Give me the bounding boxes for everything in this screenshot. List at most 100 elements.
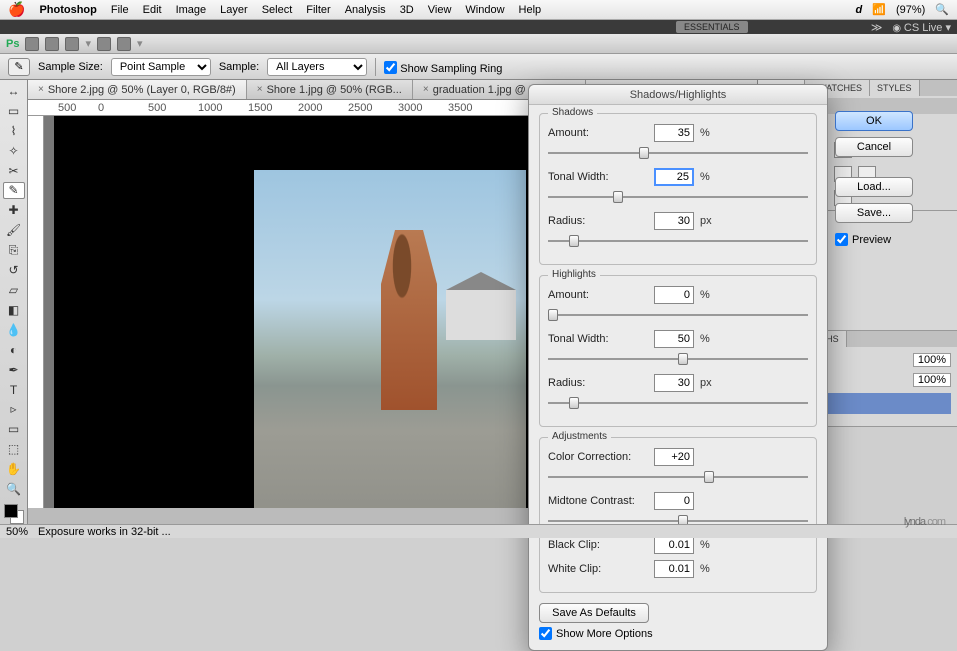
menu-view[interactable]: View	[428, 4, 452, 16]
menu-edit[interactable]: Edit	[143, 4, 162, 16]
ok-button[interactable]: OK	[835, 111, 913, 131]
dodge-tool-icon[interactable]: ◐	[3, 341, 25, 359]
sample-label: Sample:	[219, 61, 259, 73]
mini-icon-1[interactable]	[25, 37, 39, 51]
status-battery: (97%)	[896, 4, 925, 16]
show-more-options-checkbox[interactable]: Show More Options	[539, 627, 817, 640]
tab-shore2[interactable]: ×Shore 2.jpg @ 50% (Layer 0, RGB/8#)	[28, 80, 247, 99]
highlights-amount-slider[interactable]	[548, 308, 808, 322]
canvas[interactable]	[54, 116, 538, 508]
panel-tab-styles[interactable]: STYLES	[870, 80, 920, 96]
color-swatch[interactable]	[4, 504, 24, 524]
blur-tool-icon[interactable]: 💧	[3, 321, 25, 339]
3d-tool-icon[interactable]: ⬚	[3, 440, 25, 458]
show-sampling-ring[interactable]: Show Sampling Ring	[384, 59, 502, 75]
close-icon[interactable]: ×	[257, 84, 263, 95]
wand-tool-icon[interactable]: ✧	[3, 142, 25, 160]
opacity-value[interactable]: 100%	[913, 353, 951, 367]
menu-3d[interactable]: 3D	[400, 4, 414, 16]
path-tool-icon[interactable]: ▹	[3, 401, 25, 419]
highlights-tonal-label: Tonal Width:	[548, 333, 648, 345]
type-tool-icon[interactable]: T	[3, 381, 25, 399]
mini-icon-4[interactable]	[97, 37, 111, 51]
color-correction-slider[interactable]	[548, 470, 808, 484]
marquee-tool-icon[interactable]: ▭	[3, 102, 25, 120]
highlights-amount-input[interactable]	[654, 286, 694, 304]
highlights-radius-input[interactable]	[654, 374, 694, 392]
apple-icon[interactable]: 🍎	[8, 1, 25, 18]
sample-select[interactable]: All Layers	[267, 58, 367, 76]
cs-live-button[interactable]: ◉ CS Live ▾	[892, 21, 951, 34]
menu-photoshop[interactable]: Photoshop	[39, 4, 96, 16]
shadows-tonal-input[interactable]	[654, 168, 694, 186]
tab-shore1[interactable]: ×Shore 1.jpg @ 50% (RGB...	[247, 80, 413, 99]
app-top-bar: ESSENTIALS ≫ ◉ CS Live ▾	[0, 20, 957, 34]
preview-checkbox[interactable]: Preview	[835, 233, 913, 246]
eraser-tool-icon[interactable]: ▱	[3, 281, 25, 299]
adjustments-legend: Adjustments	[548, 431, 611, 442]
shadows-tonal-slider[interactable]	[548, 190, 808, 204]
mini-icon-5[interactable]	[117, 37, 131, 51]
shadows-radius-input[interactable]	[654, 212, 694, 230]
save-as-defaults-button[interactable]: Save As Defaults	[539, 603, 649, 623]
zoom-level[interactable]: 50%	[6, 526, 28, 538]
eyedropper-tool-icon[interactable]: ✎	[8, 58, 30, 76]
color-correction-input[interactable]	[654, 448, 694, 466]
eyedropper-tool-icon[interactable]: ✎	[3, 182, 25, 200]
mini-icon-3[interactable]	[65, 37, 79, 51]
hand-tool-icon[interactable]: ✋	[3, 460, 25, 478]
highlights-radius-slider[interactable]	[548, 396, 808, 410]
black-clip-label: Black Clip:	[548, 539, 648, 551]
history-brush-icon[interactable]: ↺	[3, 261, 25, 279]
gradient-tool-icon[interactable]: ◧	[3, 301, 25, 319]
heal-tool-icon[interactable]: ✚	[3, 201, 25, 219]
pen-tool-icon[interactable]: ✒	[3, 361, 25, 379]
shadows-amount-label: Amount:	[548, 127, 648, 139]
menu-window[interactable]: Window	[465, 4, 504, 16]
white-clip-input[interactable]	[654, 560, 694, 578]
close-icon[interactable]: ×	[423, 84, 429, 95]
stamp-tool-icon[interactable]: ⎘	[3, 241, 25, 259]
menu-layer[interactable]: Layer	[220, 4, 248, 16]
sample-size-select[interactable]: Point Sample	[111, 58, 211, 76]
menu-help[interactable]: Help	[519, 4, 542, 16]
midtone-contrast-input[interactable]	[654, 492, 694, 510]
highlights-radius-label: Radius:	[548, 377, 648, 389]
sample-size-label: Sample Size:	[38, 61, 103, 73]
photo-house	[446, 290, 516, 340]
ps-logo-icon: Ps	[6, 38, 19, 50]
save-button[interactable]: Save...	[835, 203, 913, 223]
menu-analysis[interactable]: Analysis	[345, 4, 386, 16]
cancel-button[interactable]: Cancel	[835, 137, 913, 157]
ruler-vertical	[28, 116, 44, 508]
doc-info[interactable]: Exposure works in 32-bit ...	[38, 526, 171, 538]
color-correction-label: Color Correction:	[548, 451, 648, 463]
black-clip-input[interactable]	[654, 536, 694, 554]
highlights-tonal-input[interactable]	[654, 330, 694, 348]
highlights-group: Highlights Amount:% Tonal Width:% Radius…	[539, 275, 817, 427]
menu-filter[interactable]: Filter	[306, 4, 330, 16]
load-button[interactable]: Load...	[835, 177, 913, 197]
crop-tool-icon[interactable]: ✂	[3, 162, 25, 180]
menu-image[interactable]: Image	[176, 4, 207, 16]
lasso-tool-icon[interactable]: ⌇	[3, 122, 25, 140]
fill-value[interactable]: 100%	[913, 373, 951, 387]
shadows-radius-label: Radius:	[548, 215, 648, 227]
mini-icon-2[interactable]	[45, 37, 59, 51]
menu-select[interactable]: Select	[262, 4, 293, 16]
dialog-title: Shadows/Highlights	[529, 85, 827, 105]
status-spotlight-icon[interactable]: 🔍	[935, 3, 949, 16]
shadows-amount-input[interactable]	[654, 124, 694, 142]
shadows-radius-slider[interactable]	[548, 234, 808, 248]
brush-tool-icon[interactable]: 🖌	[3, 221, 25, 239]
shape-tool-icon[interactable]: ▭	[3, 420, 25, 438]
highlights-tonal-slider[interactable]	[548, 352, 808, 366]
move-tool-icon[interactable]: ↔	[3, 82, 25, 100]
double-arrow-icon[interactable]: ≫	[871, 21, 883, 34]
workspace-switcher[interactable]: ESSENTIALS	[676, 21, 748, 33]
shadows-highlights-dialog: Shadows/Highlights OK Cancel Load... Sav…	[528, 84, 828, 651]
shadows-amount-slider[interactable]	[548, 146, 808, 160]
menu-file[interactable]: File	[111, 4, 129, 16]
zoom-tool-icon[interactable]: 🔍	[3, 480, 25, 498]
close-icon[interactable]: ×	[38, 84, 44, 95]
